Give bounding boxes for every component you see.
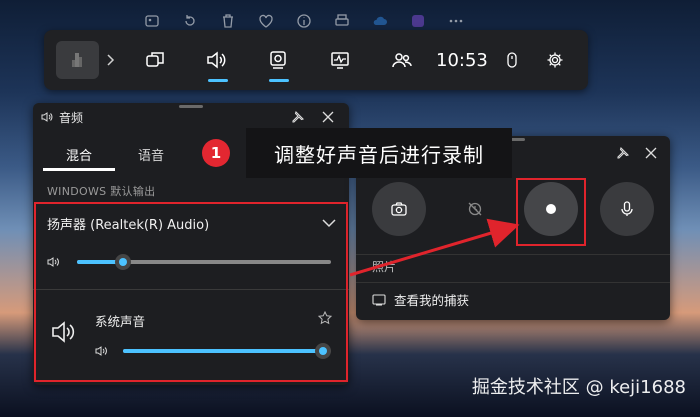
view-captures-label: 查看我的捕获 [394, 293, 470, 308]
step-number-badge: 1 [202, 139, 230, 167]
people-icon [392, 53, 412, 68]
record-last-disabled-icon [468, 202, 482, 216]
widget-menu-icon [145, 52, 164, 67]
speaker-icon [207, 51, 226, 69]
tab-mix[interactable]: 混合 [43, 141, 115, 171]
audio-widget-button[interactable] [186, 30, 248, 90]
photos-label: 照片 [372, 260, 397, 274]
instruction-callout: 调整好声音后进行录制 [246, 128, 512, 178]
screenshot-button[interactable] [372, 182, 426, 236]
performance-icon [331, 52, 349, 69]
audio-panel-title: 音频 [59, 110, 84, 125]
highlight-box-record [516, 178, 586, 246]
highlight-box-audio [34, 202, 348, 382]
widget-menu-button[interactable] [124, 30, 186, 90]
view-my-captures-link[interactable]: 查看我的捕获 [372, 290, 469, 309]
game-logo-icon[interactable] [56, 41, 99, 79]
callout-text: 调整好声音后进行录制 [274, 142, 484, 167]
record-last-30s-button[interactable] [448, 182, 502, 236]
microphone-toggle-button[interactable] [600, 182, 654, 236]
gallery-icon [372, 293, 386, 306]
chevron-right-icon[interactable] [99, 53, 124, 67]
capture-icon [270, 51, 287, 69]
speaker-small-icon [41, 111, 53, 123]
microphone-icon [621, 201, 633, 216]
camera-icon [391, 202, 407, 216]
game-bar: 10:53 [44, 30, 588, 90]
tab-voice[interactable]: 语音 [115, 141, 187, 171]
social-widget-button[interactable] [371, 30, 433, 90]
watermark-text: 掘金技术社区 @ keji1688 [471, 377, 686, 398]
mouse-icon[interactable] [491, 30, 534, 90]
default-output-label: WINDOWS 默认输出 [47, 185, 156, 198]
settings-gear-icon[interactable] [533, 30, 576, 90]
capture-widget-button[interactable] [247, 30, 309, 90]
performance-widget-button[interactable] [309, 30, 371, 90]
audio-panel-header: 音频 [33, 103, 349, 131]
close-icon[interactable] [638, 140, 664, 166]
close-icon[interactable] [315, 104, 341, 130]
pin-icon[interactable] [610, 140, 636, 166]
capture-divider [356, 282, 670, 283]
capture-divider [356, 254, 670, 255]
clock-time: 10:53 [436, 49, 488, 71]
pin-icon[interactable] [285, 104, 311, 130]
